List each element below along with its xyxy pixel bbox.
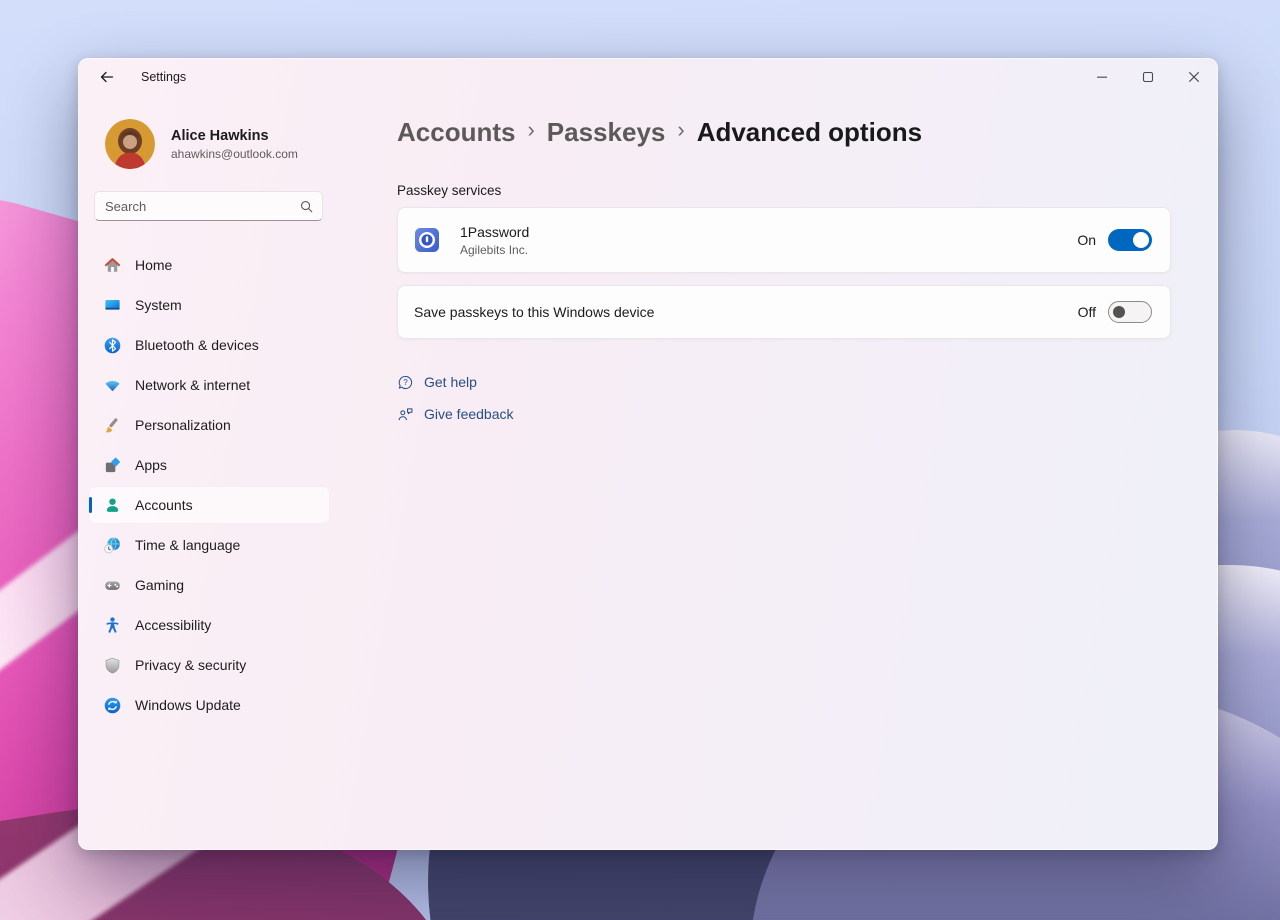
- search-box: [94, 191, 323, 221]
- sidebar-item-label: Apps: [135, 457, 167, 473]
- 1password-icon: [414, 227, 440, 253]
- sidebar-item-accounts[interactable]: Accounts: [89, 487, 329, 523]
- close-button[interactable]: [1171, 59, 1217, 95]
- provider-text: 1Password Agilebits Inc.: [460, 224, 529, 257]
- privacy-security-icon: [102, 655, 122, 675]
- sidebar-item-personalization[interactable]: Personalization: [89, 407, 329, 443]
- sidebar-item-bluetooth-devices[interactable]: Bluetooth & devices: [89, 327, 329, 363]
- sidebar-item-label: Personalization: [135, 417, 231, 433]
- sidebar-item-label: Accounts: [135, 497, 193, 513]
- personalization-icon: [102, 415, 122, 435]
- sidebar-item-gaming[interactable]: Gaming: [89, 567, 329, 603]
- link-label: Get help: [424, 374, 477, 390]
- gaming-icon: [102, 575, 122, 595]
- accounts-icon: [102, 495, 122, 515]
- toggle-state-label: On: [1077, 232, 1096, 248]
- minimize-button[interactable]: [1079, 59, 1125, 95]
- save-passkeys-label: Save passkeys to this Windows device: [414, 304, 655, 320]
- avatar: [105, 119, 155, 169]
- toggle-state-label: Off: [1077, 304, 1096, 320]
- provider-info: 1Password Agilebits Inc.: [414, 224, 529, 257]
- sidebar-nav: Home System Bluetooth & devices Network …: [79, 247, 397, 723]
- breadcrumb-accounts[interactable]: Accounts: [397, 115, 515, 149]
- sidebar-item-windows-update[interactable]: Windows Update: [89, 687, 329, 723]
- user-name: Alice Hawkins: [171, 127, 269, 144]
- bluetooth-icon: [102, 335, 122, 355]
- feedback-icon: [398, 407, 413, 420]
- desktop-wallpaper: Settings Alice Hawkins ahawkins@outlook.…: [0, 0, 1280, 920]
- toggle-knob: [1113, 306, 1125, 318]
- chevron-right-icon: ›: [677, 117, 685, 142]
- main-content: Accounts › Passkeys › Advanced options P…: [397, 95, 1171, 849]
- maximize-icon: [1142, 71, 1154, 83]
- help-icon: ?: [398, 375, 413, 389]
- search-icon: [300, 200, 313, 212]
- home-icon: [102, 255, 122, 275]
- sidebar-item-label: Gaming: [135, 577, 185, 593]
- sidebar-item-system[interactable]: System: [89, 287, 329, 323]
- close-icon: [1188, 71, 1200, 83]
- save-passkeys-toggle[interactable]: [1108, 301, 1152, 323]
- help-links: ? Get help Give feedback: [397, 369, 1171, 427]
- provider-toggle-group: On: [1077, 229, 1152, 251]
- sidebar-item-label: Time & language: [135, 537, 241, 553]
- sidebar-item-label: Accessibility: [135, 617, 212, 633]
- settings-window: Settings Alice Hawkins ahawkins@outlook.…: [78, 58, 1218, 850]
- provider-name: 1Password: [460, 223, 530, 240]
- breadcrumb-passkeys[interactable]: Passkeys: [547, 115, 666, 149]
- user-profile[interactable]: Alice Hawkins ahawkins@outlook.com: [105, 119, 397, 169]
- sidebar-item-time-language[interactable]: Time & language: [89, 527, 329, 563]
- get-help-link[interactable]: ? Get help: [397, 369, 477, 395]
- sidebar-item-network-internet[interactable]: Network & internet: [89, 367, 329, 403]
- breadcrumb: Accounts › Passkeys › Advanced options: [397, 113, 1171, 150]
- sidebar-item-label: Bluetooth & devices: [135, 337, 259, 353]
- sidebar-item-apps[interactable]: Apps: [89, 447, 329, 483]
- window-title: Settings: [141, 70, 187, 84]
- sidebar-item-label: Privacy & security: [135, 657, 247, 673]
- selection-indicator: [89, 497, 92, 513]
- sidebar: Alice Hawkins ahawkins@outlook.com Home: [79, 95, 397, 849]
- give-feedback-link[interactable]: Give feedback: [397, 401, 514, 427]
- minimize-icon: [1097, 76, 1107, 78]
- network-icon: [102, 375, 122, 395]
- user-email: ahawkins@outlook.com: [171, 146, 298, 161]
- save-passkeys-toggle-group: Off: [1078, 301, 1152, 323]
- windows-update-icon: [102, 695, 122, 715]
- svg-text:?: ?: [403, 378, 408, 387]
- provider-publisher: Agilebits Inc.: [460, 242, 529, 257]
- time-language-icon: [102, 535, 122, 555]
- passkey-provider-card: 1Password Agilebits Inc. On: [397, 207, 1171, 273]
- section-label: Passkey services: [397, 183, 502, 198]
- breadcrumb-current-page: Advanced options: [696, 116, 923, 147]
- 1password-toggle[interactable]: [1108, 229, 1152, 251]
- chevron-right-icon: ›: [527, 117, 535, 142]
- link-label: Give feedback: [424, 406, 514, 422]
- toggle-knob: [1133, 232, 1149, 248]
- sidebar-item-home[interactable]: Home: [89, 247, 329, 283]
- save-passkeys-card: Save passkeys to this Windows device Off: [397, 285, 1171, 339]
- apps-icon: [102, 455, 122, 475]
- sidebar-item-label: Network & internet: [135, 377, 251, 393]
- back-arrow-icon: [100, 71, 114, 83]
- titlebar: Settings: [79, 59, 1217, 95]
- sidebar-item-label: Windows Update: [135, 697, 241, 713]
- accessibility-icon: [102, 615, 122, 635]
- search-input[interactable]: [105, 198, 299, 214]
- sidebar-item-label: System: [135, 297, 182, 313]
- maximize-button[interactable]: [1125, 59, 1171, 95]
- system-icon: [102, 295, 122, 315]
- back-button[interactable]: [91, 63, 123, 91]
- sidebar-item-privacy-security[interactable]: Privacy & security: [89, 647, 329, 683]
- sidebar-item-label: Home: [135, 257, 173, 273]
- sidebar-item-accessibility[interactable]: Accessibility: [89, 607, 329, 643]
- window-controls: [1079, 59, 1217, 95]
- profile-text: Alice Hawkins ahawkins@outlook.com: [171, 128, 298, 161]
